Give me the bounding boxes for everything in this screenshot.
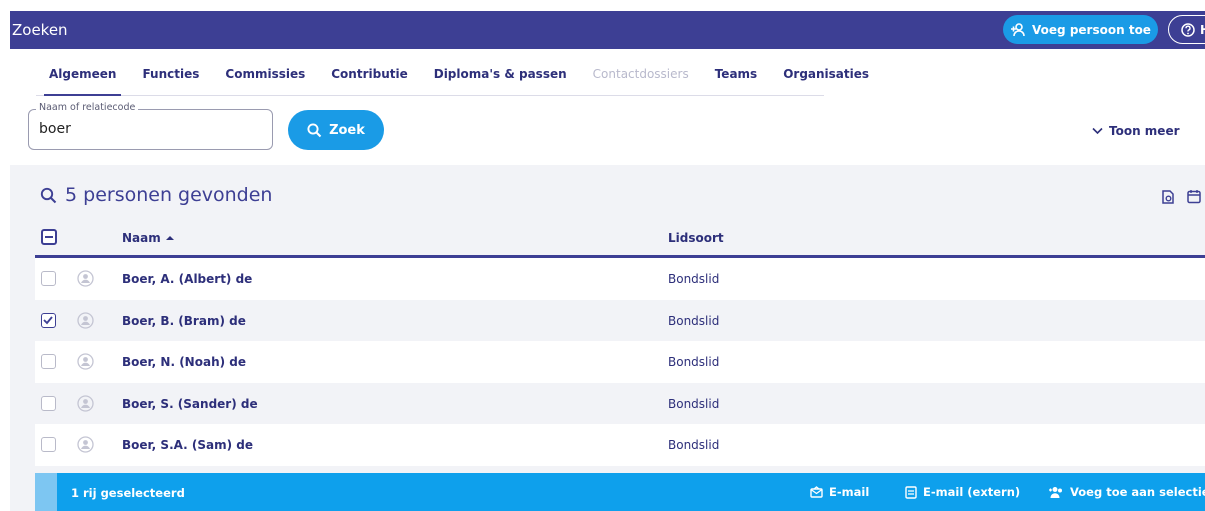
page-title: Zoeken — [12, 21, 68, 39]
top-bar: Zoeken Voeg persoon toe He — [10, 11, 1205, 49]
add-selection-icon — [1049, 486, 1062, 498]
tab-contactdossiers: Contactdossiers — [592, 66, 689, 81]
row-checkbox[interactable] — [41, 354, 56, 369]
selected-count: 1 rij geselecteerd — [71, 486, 185, 500]
table-row[interactable]: Boer, N. (Noah) de Bondslid — [35, 341, 1205, 383]
table-header: Naam Lidsoort — [35, 219, 1205, 258]
add-person-button[interactable]: Voeg persoon toe — [1003, 15, 1158, 44]
results-search-icon — [40, 187, 57, 203]
results-table: Naam Lidsoort Boer, A. (Albert) de Bonds… — [35, 219, 1205, 466]
avatar-icon — [77, 311, 94, 329]
help-icon — [1181, 22, 1195, 37]
search-input[interactable] — [39, 118, 264, 140]
search-field: Naam of relatiecode — [28, 102, 273, 150]
results-count: 5 personen gevonden — [65, 184, 273, 206]
tab-contributie[interactable]: Contributie — [318, 52, 420, 95]
row-checkbox[interactable] — [41, 271, 56, 286]
tab-organisaties[interactable]: Organisaties — [770, 52, 882, 95]
calendar-icon[interactable] — [1187, 189, 1201, 204]
search-button-label: Zoek — [329, 122, 365, 138]
column-header-lidsoort[interactable]: Lidsoort — [668, 231, 724, 245]
row-checkbox[interactable] — [41, 437, 56, 452]
row-name[interactable]: Boer, A. (Albert) de — [122, 272, 252, 286]
select-all-checkbox[interactable] — [41, 229, 57, 245]
row-name[interactable]: Boer, S. (Sander) de — [122, 397, 258, 411]
column-naam-label: Naam — [122, 231, 161, 245]
email-extern-button[interactable]: E-mail (extern) — [905, 485, 1020, 499]
row-checkbox[interactable] — [41, 395, 56, 411]
row-name[interactable]: Boer, N. (Noah) de — [122, 355, 246, 369]
avatar-icon — [77, 394, 94, 412]
tab-commissies[interactable]: Commissies — [212, 52, 318, 95]
add-person-label: Voeg persoon toe — [1032, 22, 1151, 37]
column-lidsoort-label: Lidsoort — [668, 231, 724, 245]
email-label: E-mail — [829, 485, 870, 499]
checkmark-icon — [43, 315, 53, 324]
results-panel: 5 personen gevonden Naam Lidsoort Boer, … — [10, 165, 1205, 511]
help-button[interactable]: He — [1168, 15, 1205, 44]
sort-up-icon — [165, 236, 174, 240]
selection-bar: 1 rij geselecteerd E-mail E-mail (extern… — [35, 473, 1205, 511]
tab-bar: Algemeen Functies Commissies Contributie… — [36, 52, 869, 96]
table-row[interactable]: Boer, B. (Bram) de Bondslid — [35, 299, 1205, 341]
email-extern-label: E-mail (extern) — [923, 485, 1021, 499]
tab-teams[interactable]: Teams — [702, 52, 770, 95]
row-name[interactable]: Boer, B. (Bram) de — [122, 314, 246, 328]
row-lidsoort: Bondslid — [668, 396, 720, 411]
avatar-icon — [77, 270, 94, 287]
row-lidsoort: Bondslid — [668, 355, 720, 369]
add-to-selection-label: Voeg toe aan selectie — [1070, 485, 1205, 499]
tab-algemeen[interactable]: Algemeen — [36, 52, 129, 96]
chevron-down-icon — [1092, 127, 1103, 135]
help-label: He — [1200, 23, 1205, 37]
email-icon — [810, 486, 823, 498]
selection-bar-strip — [35, 473, 57, 511]
row-name[interactable]: Boer, S.A. (Sam) de — [122, 438, 253, 452]
add-person-icon — [1011, 22, 1025, 36]
table-row[interactable]: Boer, S. (Sander) de Bondslid — [35, 382, 1205, 424]
table-row[interactable]: Boer, A. (Albert) de Bondslid — [35, 258, 1205, 300]
page: Zoeken Voeg persoon toe He Algemeen Func… — [0, 0, 1205, 511]
toon-meer-label: Toon meer — [1109, 124, 1180, 138]
table-row[interactable]: Boer, S.A. (Sam) de Bondslid — [35, 424, 1205, 466]
search-field-label: Naam of relatiecode — [36, 102, 139, 113]
search-icon — [307, 122, 322, 137]
add-to-selection-button[interactable]: Voeg toe aan selectie — [1048, 485, 1205, 499]
row-lidsoort: Bondslid — [668, 313, 720, 328]
tab-diplomas-passen[interactable]: Diploma's & passen — [421, 52, 580, 95]
column-header-naam[interactable]: Naam — [122, 231, 174, 245]
tab-functies[interactable]: Functies — [129, 52, 212, 95]
avatar-icon — [77, 436, 94, 453]
email-button[interactable]: E-mail — [810, 485, 869, 499]
email-extern-icon — [905, 485, 917, 499]
search-button[interactable]: Zoek — [288, 110, 384, 150]
row-lidsoort: Bondslid — [668, 438, 720, 452]
row-lidsoort: Bondslid — [668, 272, 720, 286]
avatar-icon — [77, 353, 94, 370]
results-title: 5 personen gevonden — [40, 184, 272, 206]
row-checkbox[interactable] — [41, 312, 56, 328]
toon-meer-button[interactable]: Toon meer — [1092, 124, 1180, 138]
export-icon[interactable] — [1161, 190, 1175, 204]
